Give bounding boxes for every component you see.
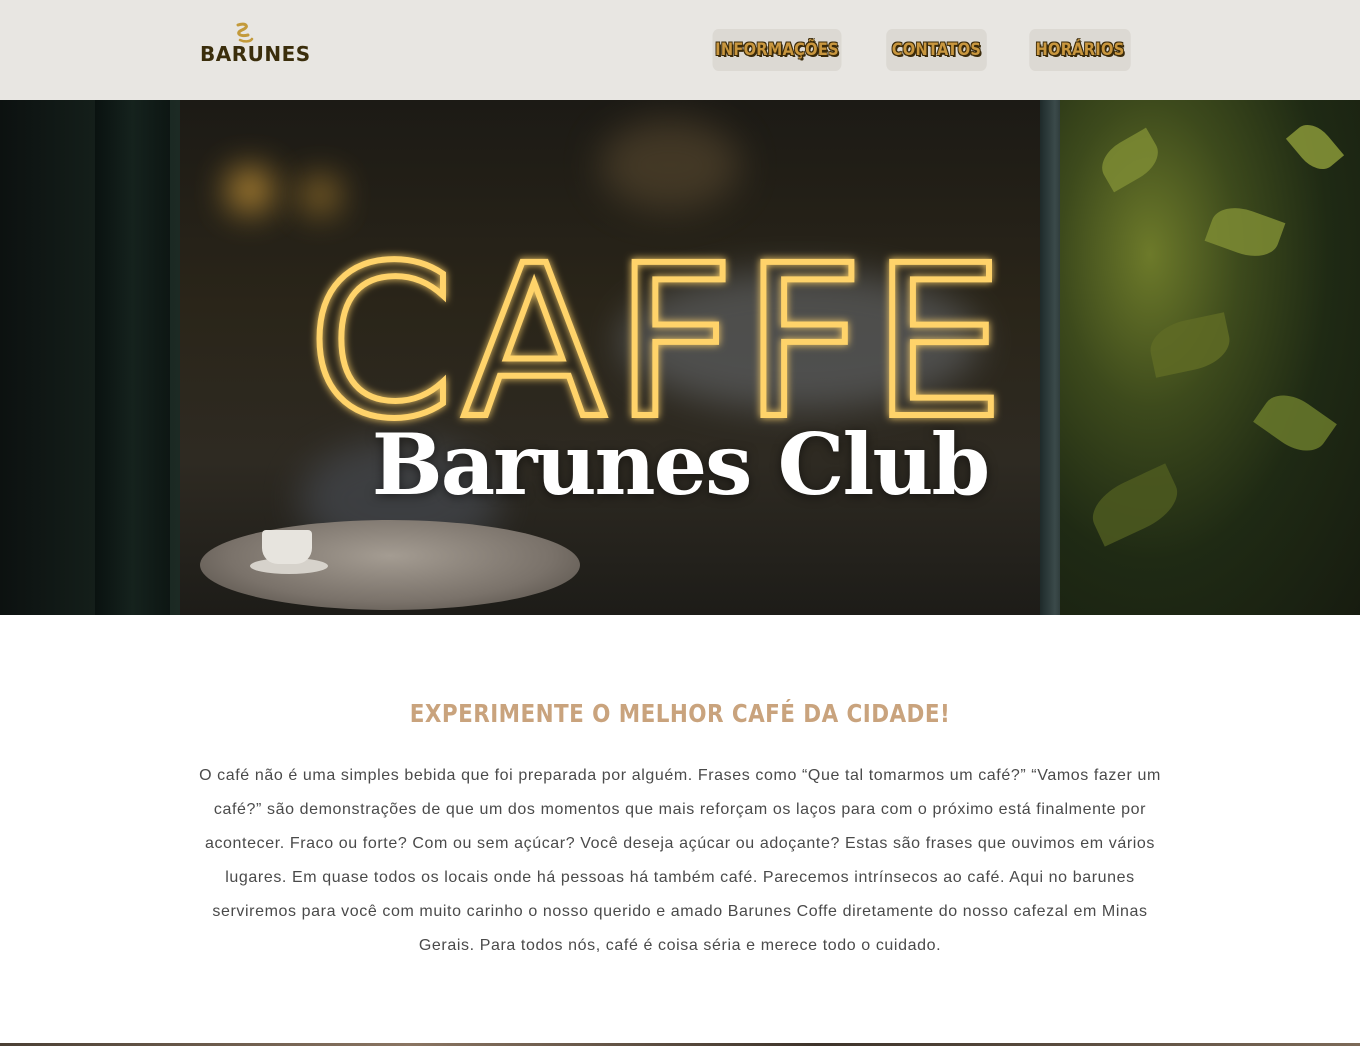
bokeh-light xyxy=(230,170,270,210)
plant-leaf xyxy=(1094,127,1166,193)
nav-informacoes-button[interactable]: INFORMAÇÕES xyxy=(712,29,842,71)
barunes-logo[interactable]: BARUNES xyxy=(198,20,311,70)
nav-contatos-button[interactable]: CONTATOS xyxy=(886,29,987,71)
window-frame-left xyxy=(95,100,170,615)
section-paragraph: O café não é uma simples bebida que foi … xyxy=(199,767,1161,954)
intro-section: EXPERIMENTE O MELHOR CAFÉ DA CIDADE! O c… xyxy=(0,615,1360,1043)
coffee-cup xyxy=(262,530,312,564)
section-heading: EXPERIMENTE O MELHOR CAFÉ DA CIDADE! xyxy=(409,699,951,728)
nav-horarios-button[interactable]: HORÁRIOS xyxy=(1029,29,1131,71)
hero-banner: CAFFE Barunes Club xyxy=(0,100,1360,615)
site-header: BARUNES INFORMAÇÕES CONTATOS HORÁRIOS xyxy=(0,0,1360,100)
hero-title: Barunes Club xyxy=(371,415,990,514)
plant-leaf xyxy=(1204,199,1286,265)
plants xyxy=(1060,100,1360,615)
logo-text: BARUNES xyxy=(200,42,311,66)
plant-leaf xyxy=(1145,312,1235,378)
plant-leaf xyxy=(1285,116,1345,178)
